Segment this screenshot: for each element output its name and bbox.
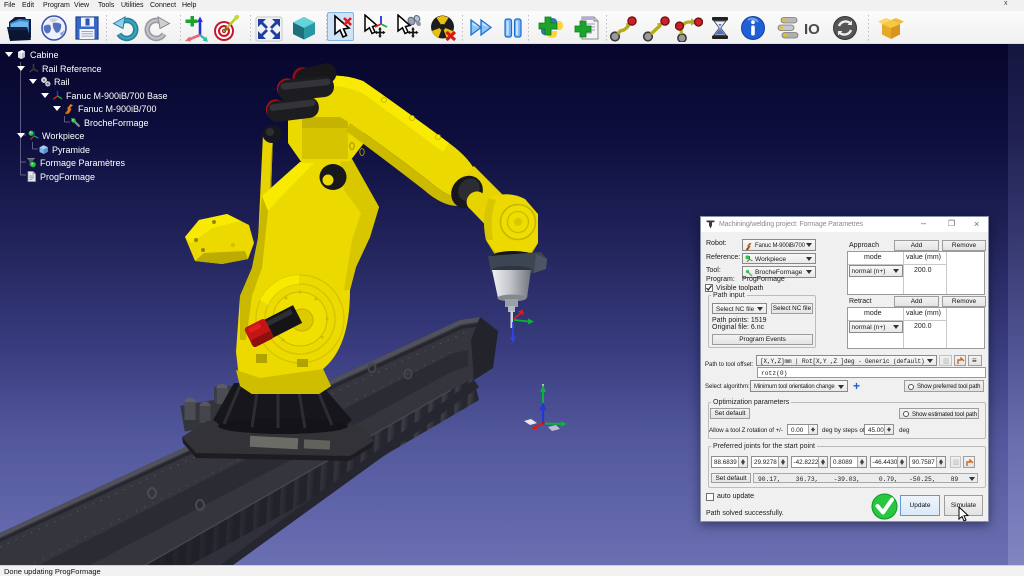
svg-text:IO: IO — [804, 21, 820, 38]
